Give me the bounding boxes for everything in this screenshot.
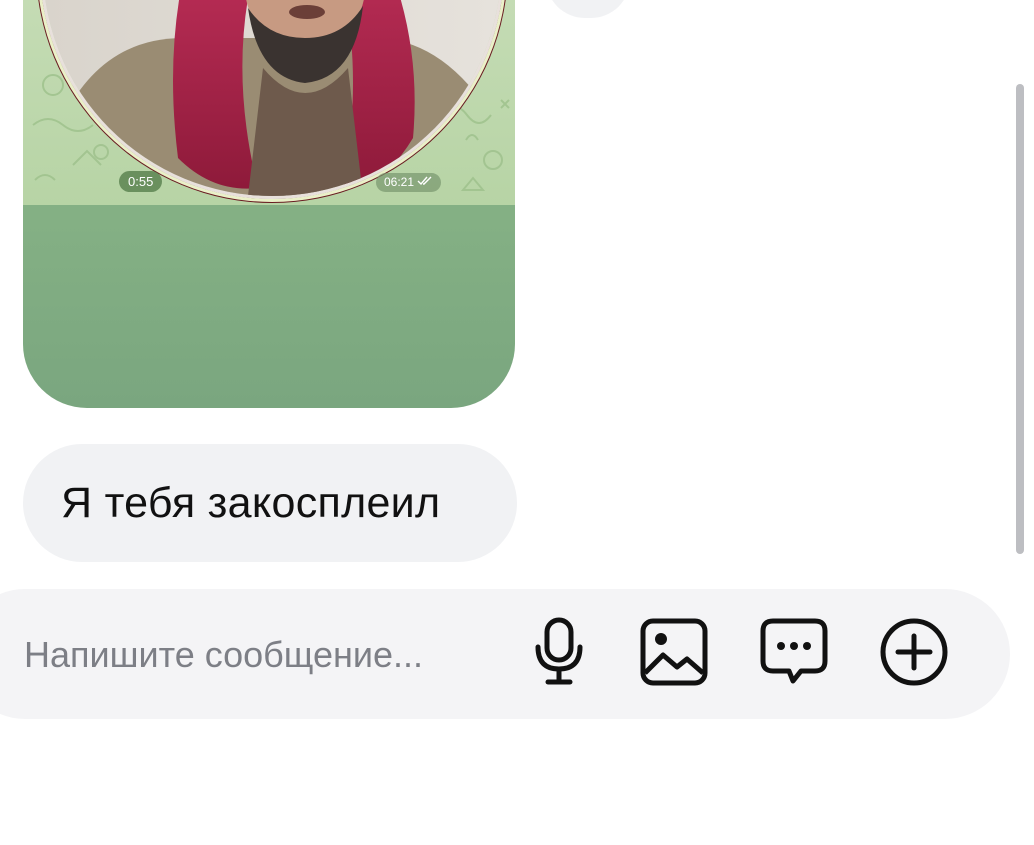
double-check-icon xyxy=(417,173,433,192)
previous-message-bubble[interactable] xyxy=(546,0,630,18)
chat-options-button[interactable] xyxy=(758,618,830,690)
video-message-card[interactable]: 0:55 06:21 xyxy=(23,0,515,408)
microphone-icon xyxy=(531,617,587,692)
chat-scrollbar[interactable] xyxy=(1016,84,1024,554)
microphone-button[interactable] xyxy=(523,617,595,692)
video-timestamp-badge: 06:21 xyxy=(376,173,442,192)
round-video-thumbnail[interactable] xyxy=(40,0,504,199)
chat-bubble-dots-icon xyxy=(759,617,829,692)
add-attachment-button[interactable] xyxy=(878,618,950,690)
message-input[interactable] xyxy=(24,630,504,680)
message-text: Я тебя закосплеил xyxy=(61,478,441,527)
plus-circle-icon xyxy=(878,616,950,693)
chat-wallpaper: 0:55 06:21 xyxy=(23,0,515,205)
chat-screen: 0:55 06:21 Я тебя закосплеил xyxy=(0,0,1034,845)
image-icon xyxy=(639,617,709,692)
video-timestamp: 06:21 xyxy=(384,175,415,189)
attach-image-button[interactable] xyxy=(638,618,710,690)
video-duration-badge: 0:55 xyxy=(119,171,163,192)
text-message-bubble[interactable]: Я тебя закосплеил xyxy=(23,444,517,562)
